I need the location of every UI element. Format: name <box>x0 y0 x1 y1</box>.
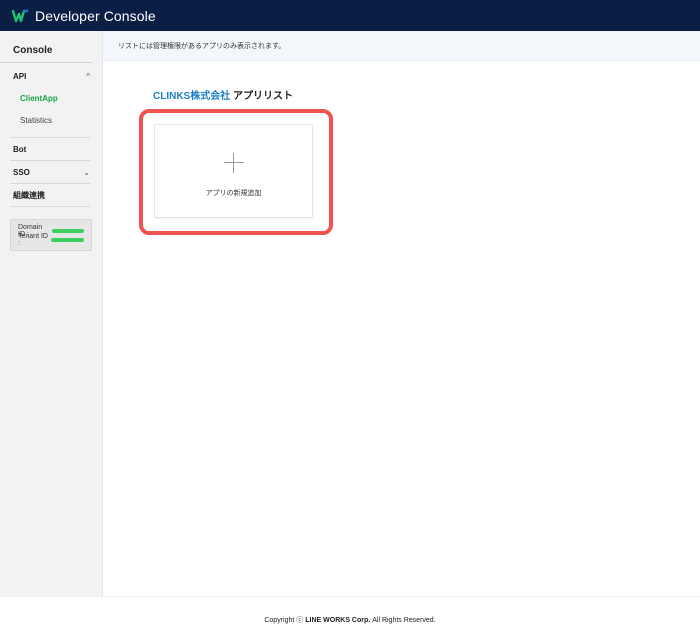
sidebar-section-org-label: 組織連携 <box>13 190 45 200</box>
chevron-down-icon: ⌄ <box>83 167 90 177</box>
sidebar-section-sso-label: SSO <box>13 167 30 177</box>
footer-company: LINE WORKS Corp. <box>305 616 371 624</box>
footer: Copyright ⓒ LINE WORKS Corp. All Rights … <box>0 596 700 643</box>
sidebar-item-statistics[interactable]: Statistics <box>0 109 102 131</box>
app-list-label: アプリリスト <box>230 91 294 102</box>
sidebar-section-api[interactable]: API ^ <box>0 65 102 87</box>
sidebar: Console API ^ ClientApp Statistics Bot S… <box>0 31 103 596</box>
tenant-id-row: Tenant ID : <box>18 232 84 247</box>
top-bar: Developer Console <box>0 0 700 31</box>
add-app-card[interactable]: アプリの新規追加 <box>154 124 313 218</box>
footer-suffix: All Rights Reserved. <box>372 616 436 624</box>
sidebar-section-org[interactable]: 組織連携 <box>0 184 102 206</box>
tenant-id-redaction <box>51 237 84 242</box>
footer-prefix: Copyright ⓒ <box>264 617 304 624</box>
app-list-title: CLINKS株式会社 アプリリスト <box>153 87 293 102</box>
add-app-label: アプリの新規追加 <box>205 190 262 197</box>
sidebar-heading: Console <box>0 31 92 63</box>
sidebar-section-bot[interactable]: Bot <box>0 138 102 160</box>
id-info-box: Domain ID : Tenant ID : <box>10 219 92 251</box>
sidebar-section-bot-label: Bot <box>13 144 27 154</box>
sidebar-section-sso[interactable]: SSO ⌄ <box>0 161 102 183</box>
sidebar-item-clientapp[interactable]: ClientApp <box>0 87 102 109</box>
sidebar-divider <box>10 206 90 207</box>
plus-icon <box>224 153 244 173</box>
domain-id-redaction <box>52 228 84 233</box>
notice-bar: リストには管理権限があるアプリのみ表示されます。 <box>103 31 700 61</box>
tenant-id-label: Tenant ID : <box>18 232 48 247</box>
chevron-up-icon: ^ <box>86 71 90 81</box>
line-works-logo-icon[interactable] <box>12 8 28 24</box>
company-name: CLINKS株式会社 <box>153 91 231 102</box>
notice-text: リストには管理権限があるアプリのみ表示されます。 <box>118 42 286 50</box>
app-title: Developer Console <box>35 7 156 24</box>
sidebar-section-api-label: API <box>13 71 27 81</box>
